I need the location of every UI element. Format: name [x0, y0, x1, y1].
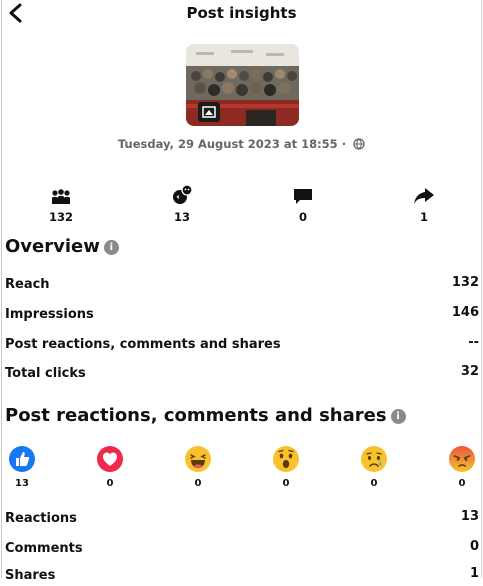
metric-label: Reach	[5, 277, 50, 292]
like-icon	[9, 446, 35, 472]
stat-reach: 132	[41, 180, 81, 224]
metric-value: 1	[469, 566, 479, 581]
reaction-sad: 0	[360, 445, 388, 489]
reaction-count: 0	[194, 478, 202, 489]
crowd-icon	[41, 180, 81, 206]
metric-label: Total clicks	[5, 366, 86, 381]
reaction-count: 0	[458, 478, 466, 489]
reaction-count: 0	[106, 478, 114, 489]
reaction-haha: 0	[184, 445, 212, 489]
metric-value: 13	[460, 509, 479, 524]
comment-icon	[283, 180, 323, 206]
metric-value: --	[468, 335, 479, 350]
laughing-face-icon	[185, 446, 211, 472]
sad-face-icon	[361, 446, 387, 472]
globe-icon	[353, 138, 365, 153]
page-title: Post insights	[186, 4, 297, 22]
info-icon[interactable]: i	[103, 240, 119, 255]
stat-value: 13	[173, 210, 190, 224]
metric-label: Reactions	[5, 511, 77, 526]
stat-comments: 0	[283, 180, 323, 224]
stat-shares: 1	[404, 180, 444, 224]
metric-post-engagement: Post reactions, comments and shares --	[5, 335, 479, 355]
edit-photo-button[interactable]	[198, 102, 220, 122]
reaction-wow: 0	[272, 445, 300, 489]
reaction-count: 0	[370, 478, 378, 489]
post-date: Tuesday, 29 August 2023 at 18:55 ·	[0, 137, 483, 153]
reaction-angry: 0	[448, 445, 476, 489]
metric-value: 32	[460, 364, 479, 379]
header: Post insights	[0, 0, 483, 30]
stat-reactions: 13	[162, 180, 202, 224]
reaction-count: 0	[282, 478, 290, 489]
angry-face-icon	[449, 446, 475, 472]
metric-value: 0	[469, 539, 479, 554]
heart-icon	[97, 446, 123, 472]
overview-title-text: Overview	[5, 236, 100, 257]
metric-reach: Reach 132	[5, 275, 479, 295]
metric-comments: Comments 0	[5, 539, 479, 559]
metric-label: Comments	[5, 541, 83, 556]
metric-label: Shares	[5, 568, 56, 583]
frame-edge-right	[481, 0, 482, 578]
metric-value: 146	[451, 305, 479, 320]
stat-value: 1	[419, 210, 428, 224]
metric-value: 132	[451, 275, 479, 290]
metric-impressions: Impressions 146	[5, 305, 479, 325]
share-icon	[404, 180, 444, 206]
metric-total-clicks: Total clicks 32	[5, 364, 479, 384]
reaction-love: 0	[96, 445, 124, 489]
engagement-title-text: Post reactions, comments and shares	[5, 405, 387, 426]
metric-label: Impressions	[5, 307, 94, 322]
reaction-count: 13	[15, 478, 29, 489]
metric-label: Post reactions, comments and shares	[5, 337, 281, 352]
post-date-text: Tuesday, 29 August 2023 at 18:55 ·	[117, 137, 347, 151]
engagement-title: Post reactions, comments and shares i	[5, 405, 406, 426]
surprised-face-icon	[273, 446, 299, 472]
reaction-like: 13	[8, 445, 36, 489]
photo-edit-icon	[202, 106, 216, 118]
stat-value: 0	[298, 210, 307, 224]
metric-reactions: Reactions 13	[5, 509, 479, 529]
reactions-icon	[162, 180, 202, 206]
frame-edge-left	[1, 0, 2, 578]
info-icon[interactable]: i	[390, 409, 406, 424]
metric-shares: Shares 1	[5, 566, 479, 586]
stat-value: 132	[48, 210, 73, 224]
overview-title: Overview i	[5, 236, 119, 257]
